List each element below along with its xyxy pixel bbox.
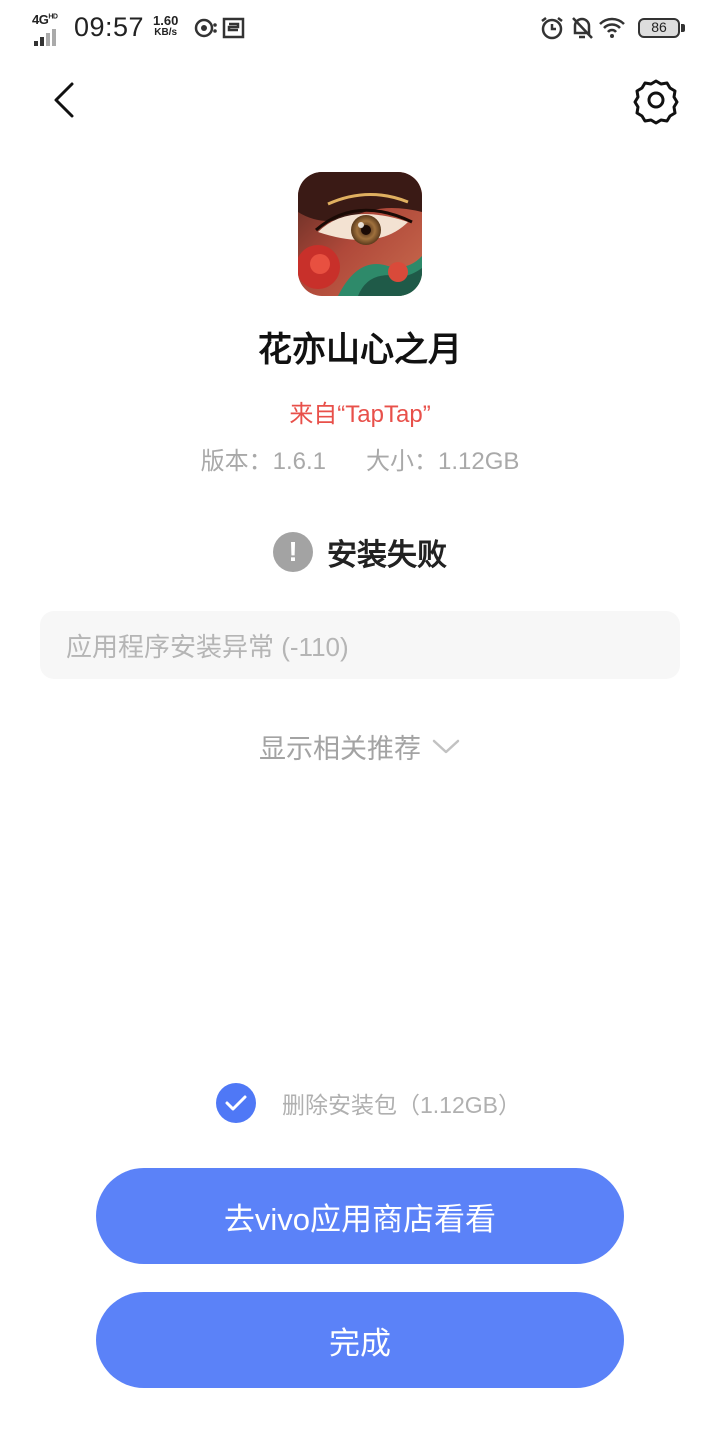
error-message-box: 应用程序安装异常 (-110) <box>40 611 680 679</box>
cellular-signal-icon: 4GHD <box>32 12 68 46</box>
network-speed: 1.60 KB/s <box>153 13 179 39</box>
show-recommendations-label: 显示相关推荐 <box>259 733 421 764</box>
network-speed-value: 1.60 <box>153 13 179 28</box>
chevron-down-icon <box>432 739 460 754</box>
install-status-text: 安装失败 <box>327 539 447 572</box>
open-app-store-button[interactable]: 去vivo应用商店看看 <box>96 1168 624 1264</box>
notification-app-icon <box>194 18 217 38</box>
battery-tip <box>681 24 685 32</box>
install-status: ! 安装失败 <box>0 530 720 574</box>
network-hd-badge: HD <box>48 13 58 21</box>
app-source: 来自“TapTap” <box>289 401 431 428</box>
status-bar: 4GHD 09:57 1.60 KB/s 86 <box>0 0 720 56</box>
delete-package-checkbox[interactable] <box>216 1083 256 1123</box>
app-meta: 版本：1.6.1 大小：1.12GB <box>0 441 720 476</box>
battery-icon: 86 <box>638 18 680 38</box>
settings-button[interactable] <box>628 72 684 128</box>
back-button[interactable] <box>40 70 96 130</box>
error-message: 应用程序安装异常 (-110) <box>66 631 349 662</box>
screenshot-app-icon <box>222 17 245 39</box>
show-recommendations-toggle[interactable]: 显示相关推荐 <box>0 726 720 766</box>
gear-icon <box>633 79 679 125</box>
app-name: 花亦山心之月 <box>258 331 462 369</box>
app-size: 大小：1.12GB <box>366 448 520 475</box>
clock-time: 09:57 <box>74 12 145 42</box>
app-icon <box>298 172 422 296</box>
done-button[interactable]: 完成 <box>96 1292 624 1388</box>
app-version: 版本：1.6.1 <box>200 448 326 475</box>
exclamation-icon: ! <box>273 532 313 572</box>
network-speed-unit: KB/s <box>154 27 178 38</box>
alarm-icon <box>541 17 563 40</box>
battery-level: 86 <box>651 19 667 35</box>
wifi-icon <box>599 17 625 38</box>
mute-bell-icon <box>572 17 593 39</box>
network-type: 4G <box>32 12 49 27</box>
checkmark-icon <box>225 1095 247 1111</box>
delete-package-label: 删除安装包（1.12GB） <box>282 1092 521 1118</box>
chevron-left-icon <box>54 82 74 118</box>
delete-package-option[interactable]: 删除安装包（1.12GB） <box>216 1082 521 1124</box>
